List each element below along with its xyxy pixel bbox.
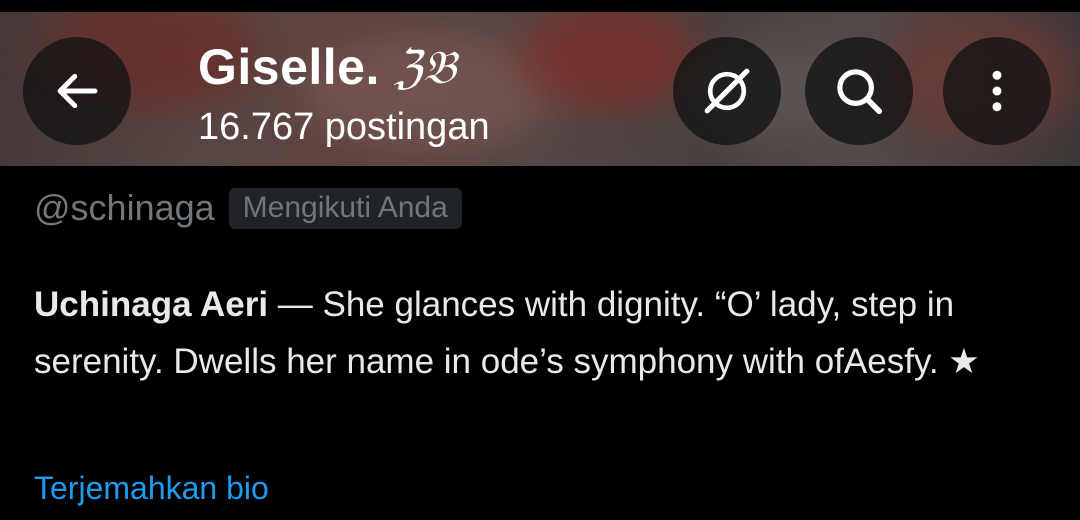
profile-bio: Uchinaga Aeri — She glances with dignity… [34, 276, 1044, 390]
status-bar-strip [0, 0, 1080, 12]
back-button[interactable] [23, 37, 131, 145]
arrow-left-icon [57, 73, 98, 109]
handle-row: @schinaga Mengikuti Anda [34, 187, 462, 229]
profile-page: Giselle. ℨ𝔅 16.767 postingan @schinaga M… [0, 0, 1080, 520]
grok-icon [704, 68, 750, 114]
more-button[interactable] [943, 37, 1051, 145]
display-name: Giselle. ℨ𝔅 [198, 39, 457, 95]
more-vertical-icon [992, 70, 1002, 112]
follows-you-badge: Mengikuti Anda [228, 187, 462, 229]
bio-name: Uchinaga Aeri [34, 285, 269, 324]
profile-title: Giselle. ℨ𝔅 16.767 postingan [198, 42, 490, 146]
grok-button[interactable] [673, 37, 781, 145]
name-emoji: ℨ𝔅 [393, 40, 457, 94]
search-button[interactable] [805, 37, 913, 145]
post-count: 16.767 postingan [198, 106, 490, 148]
username-handle: @schinaga [34, 187, 215, 228]
search-icon [837, 69, 883, 115]
profile-banner[interactable]: Giselle. ℨ𝔅 16.767 postingan [0, 12, 1080, 166]
translate-bio-link[interactable]: Terjemahkan bio [34, 470, 269, 507]
